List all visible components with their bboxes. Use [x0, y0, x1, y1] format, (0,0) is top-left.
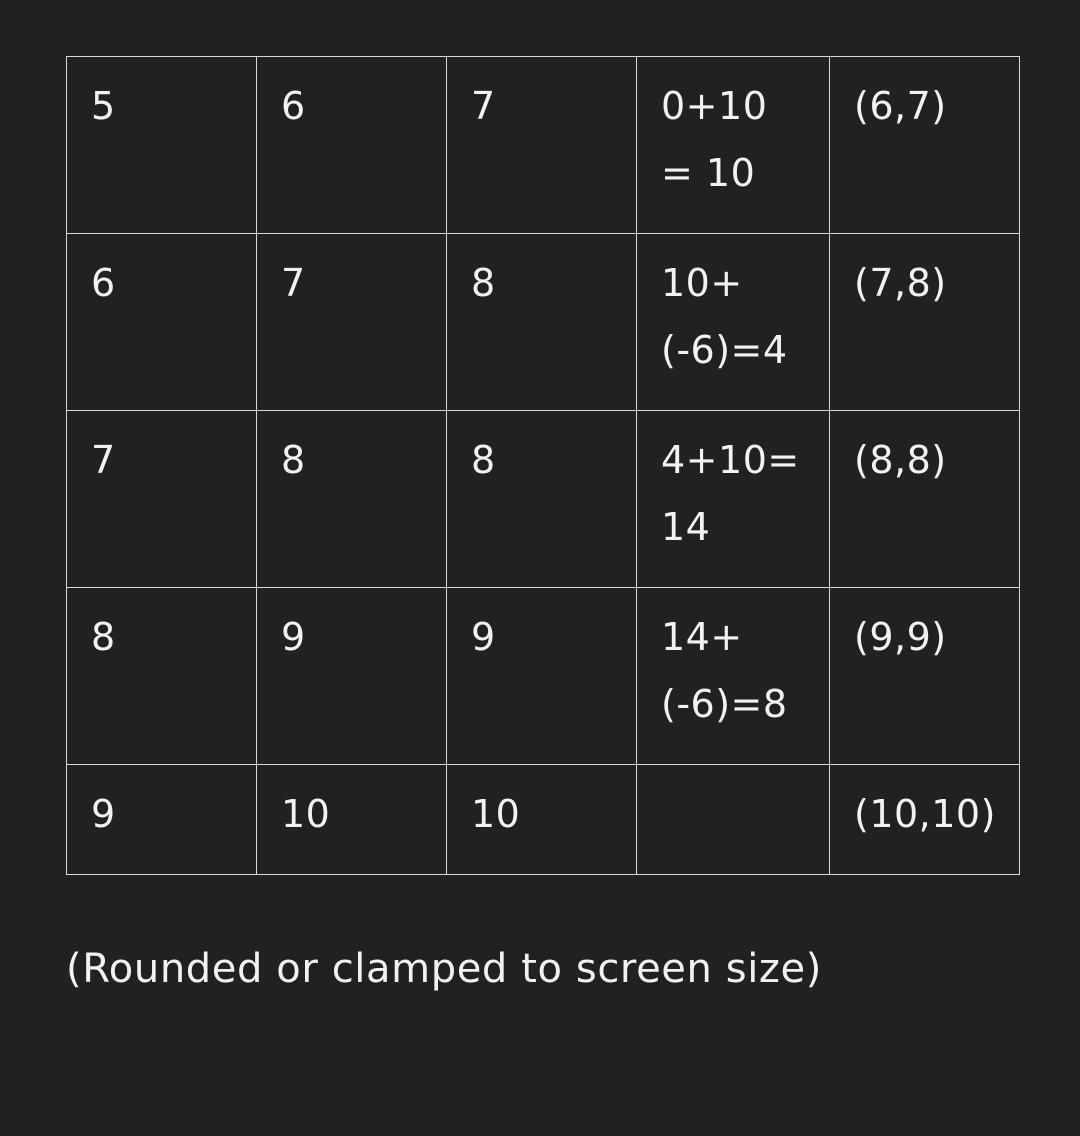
- table-cell: 8: [66, 587, 257, 765]
- cell-text: 7: [471, 84, 496, 128]
- table-row: 8 9 9 14+ (-6)=8 (9,9): [66, 587, 1020, 765]
- cell-text: 9: [281, 615, 306, 659]
- table-cell: (8,8): [829, 410, 1020, 588]
- table-row: 6 7 8 10+ (-6)=4 (7,8): [66, 233, 1020, 411]
- cell-text: 9: [91, 792, 116, 836]
- data-table: 5 6 7 0+10 = 10 (6,7) 6 7 8 10+ (-6)=4 (…: [66, 56, 1020, 875]
- table-cell: (7,8): [829, 233, 1020, 411]
- cell-text: 8: [471, 261, 496, 305]
- cell-text: 10: [471, 792, 521, 836]
- table-cell: 10+ (-6)=4: [636, 233, 830, 411]
- cell-text: 8: [91, 615, 116, 659]
- table-cell: 4+10= 14: [636, 410, 830, 588]
- table-cell: 8: [446, 410, 637, 588]
- table-cell: 9: [256, 587, 447, 765]
- cell-text: (7,8): [854, 261, 947, 305]
- cell-text: 4+10= 14: [661, 438, 800, 549]
- table-cell: 9: [66, 764, 257, 875]
- table-cell: 6: [66, 233, 257, 411]
- table-cell: 6: [256, 56, 447, 234]
- cell-text: (9,9): [854, 615, 947, 659]
- table-row: 9 10 10 (10,10): [66, 764, 1020, 875]
- cell-text: 6: [91, 261, 116, 305]
- cell-text: 9: [471, 615, 496, 659]
- cell-text: 0+10 = 10: [661, 84, 768, 195]
- cell-text: 14+ (-6)=8: [661, 615, 788, 726]
- cell-text: 6: [281, 84, 306, 128]
- cell-text: 10+ (-6)=4: [661, 261, 788, 372]
- table-cell: 9: [446, 587, 637, 765]
- table-body: 5 6 7 0+10 = 10 (6,7) 6 7 8 10+ (-6)=4 (…: [66, 56, 1020, 875]
- cell-text: 7: [281, 261, 306, 305]
- table-row: 5 6 7 0+10 = 10 (6,7): [66, 56, 1020, 234]
- table-cell: 8: [446, 233, 637, 411]
- cell-text: 8: [281, 438, 306, 482]
- table-row: 7 8 8 4+10= 14 (8,8): [66, 410, 1020, 588]
- table-cell: 7: [66, 410, 257, 588]
- table-cell: 7: [446, 56, 637, 234]
- table-cell: (10,10): [829, 764, 1020, 875]
- table-cell: 7: [256, 233, 447, 411]
- cell-text: (8,8): [854, 438, 947, 482]
- table-cell: 0+10 = 10: [636, 56, 830, 234]
- cell-text: 8: [471, 438, 496, 482]
- table-cell: (9,9): [829, 587, 1020, 765]
- table-cell: 8: [256, 410, 447, 588]
- cell-text: 5: [91, 84, 116, 128]
- table-cell: [636, 764, 830, 875]
- cell-text: 10: [281, 792, 331, 836]
- table-cell: 10: [256, 764, 447, 875]
- cell-text: 7: [91, 438, 116, 482]
- table-cell: 10: [446, 764, 637, 875]
- table-cell: 14+ (-6)=8: [636, 587, 830, 765]
- footer-note: (Rounded or clamped to screen size): [66, 946, 822, 992]
- cell-text: (6,7): [854, 84, 947, 128]
- table-cell: (6,7): [829, 56, 1020, 234]
- table-cell: 5: [66, 56, 257, 234]
- cell-text: (10,10): [854, 792, 996, 836]
